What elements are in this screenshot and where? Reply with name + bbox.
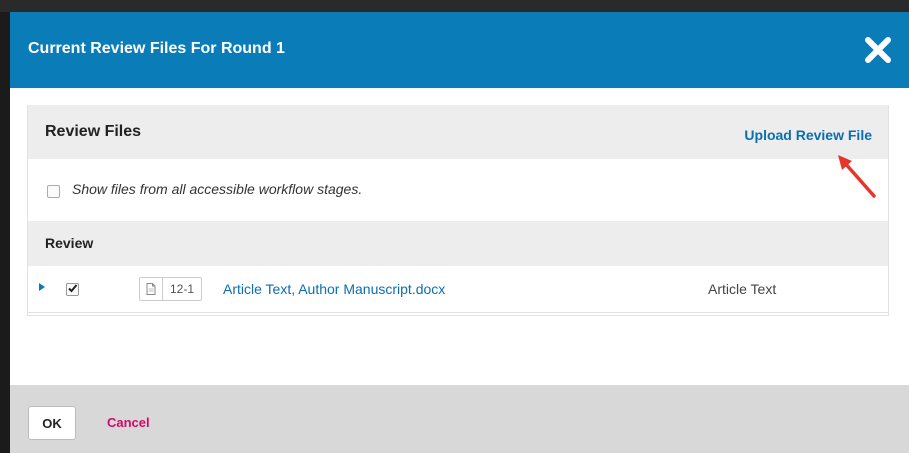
expand-arrow-icon[interactable] [39,283,45,291]
page-backdrop [0,0,909,12]
file-name-link[interactable]: Article Text, Author Manuscript.docx [223,281,445,297]
close-icon[interactable] [860,32,896,68]
show-all-stages-checkbox[interactable] [47,185,60,198]
checkmark-icon [68,284,78,293]
modal-footer: OK Cancel [10,385,909,453]
panel-header: Review Files Upload Review File [28,105,888,159]
file-type: Article Text [708,281,777,297]
modal-title: Current Review Files For Round 1 [28,40,285,57]
review-files-modal: Current Review Files For Round 1 Review … [10,12,909,453]
show-all-stages-label: Show files from all accessible workflow … [72,181,363,197]
file-badge: 12-1 [139,277,203,301]
table-row: 12-1 Article Text, Author Manuscript.doc… [28,266,888,313]
review-files-panel: Review Files Upload Review File Show fil… [27,105,889,316]
ok-button[interactable]: OK [28,406,76,440]
file-id: 12-1 [170,282,195,296]
modal-header: Current Review Files For Round 1 [10,12,909,88]
document-icon [140,278,163,300]
file-select-checkbox[interactable] [66,283,79,296]
cancel-button[interactable]: Cancel [107,415,150,430]
filter-row: Show files from all accessible workflow … [28,159,888,221]
panel-title: Review Files [45,123,142,140]
annotation-arrow-icon [838,155,876,198]
review-section-header: Review [28,221,888,266]
upload-review-file-link[interactable]: Upload Review File [744,127,872,143]
review-section-title: Review [45,235,94,251]
